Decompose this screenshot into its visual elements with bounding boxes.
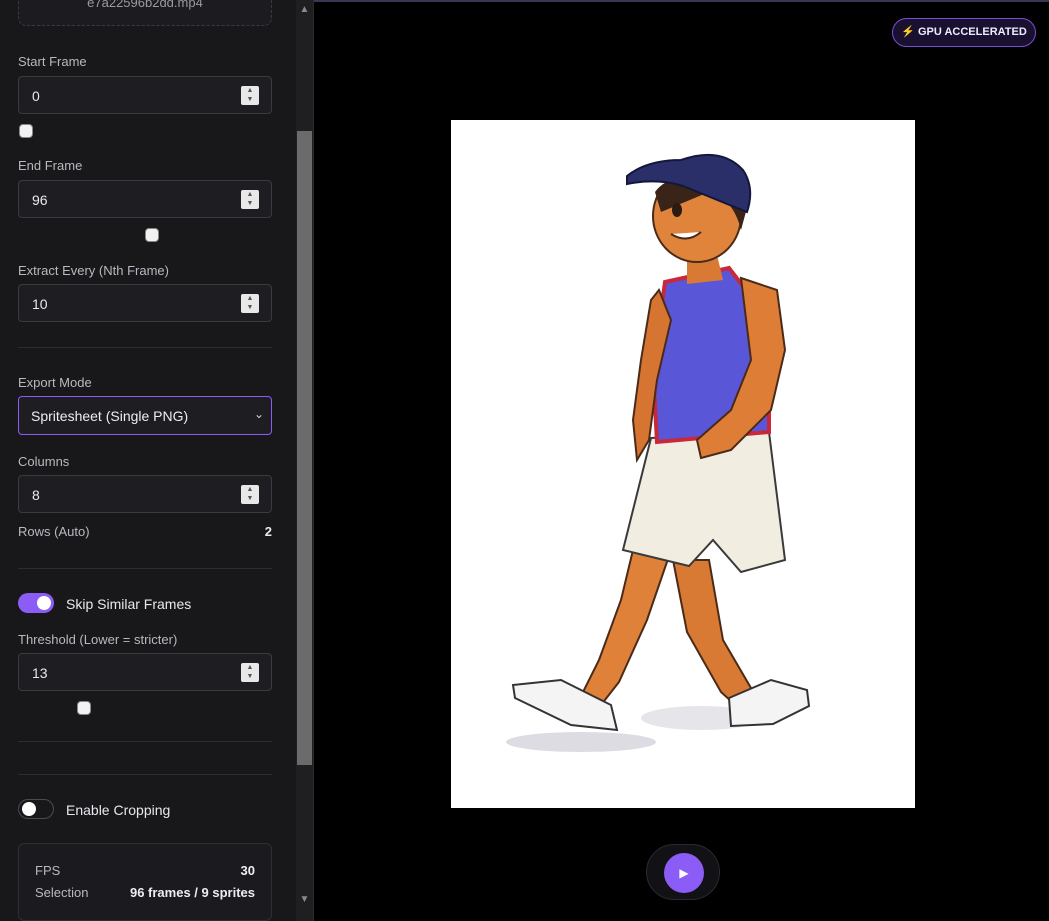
toggle-knob	[37, 596, 51, 610]
extract-every-value: 10	[32, 296, 48, 312]
cropping-label: Enable Cropping	[66, 802, 171, 818]
settings-sidebar: e7a22596b2dd.mp4 Start Frame 0 ▲ ▼ End Fr…	[0, 0, 314, 921]
spin-up-icon[interactable]: ▲	[245, 486, 255, 494]
threshold-spinner[interactable]: ▲ ▼	[241, 663, 259, 682]
end-frame-input[interactable]: 96 ▲ ▼	[18, 180, 272, 218]
play-icon: ▶	[679, 866, 689, 880]
export-mode-label: Export Mode	[18, 375, 92, 390]
app-window: e7a22596b2dd.mp4 Start Frame 0 ▲ ▼ End Fr…	[0, 0, 1049, 921]
end-frame-label: End Frame	[18, 158, 83, 173]
spin-down-icon[interactable]: ▼	[245, 96, 255, 104]
start-frame-value: 0	[32, 88, 40, 104]
threshold-input[interactable]: 13 ▲ ▼	[18, 653, 272, 691]
section-divider	[18, 347, 272, 348]
columns-label: Columns	[18, 454, 70, 469]
sidebar-scrollbar-thumb[interactable]	[297, 131, 312, 765]
spin-up-icon[interactable]: ▲	[245, 295, 255, 303]
gpu-badge-label: GPU ACCELERATED	[917, 26, 1027, 38]
columns-input[interactable]: 8 ▲ ▼	[18, 475, 272, 513]
spin-down-icon[interactable]: ▼	[245, 304, 255, 312]
columns-spinner[interactable]: ▲ ▼	[241, 485, 259, 504]
section-divider	[18, 568, 272, 569]
stats-panel: FPS 30 Selection 96 frames / 9 sprites	[18, 843, 272, 921]
play-button[interactable]: ▶	[664, 853, 704, 893]
extract-every-input[interactable]: 10 ▲ ▼	[18, 284, 272, 322]
threshold-slider-handle[interactable]	[77, 701, 91, 715]
spin-up-icon[interactable]: ▲	[245, 664, 255, 672]
section-divider	[18, 741, 272, 742]
frame-preview	[451, 120, 915, 808]
toggle-knob	[22, 802, 36, 816]
scroll-down-icon[interactable]: ▼	[297, 892, 312, 908]
skip-similar-label: Skip Similar Frames	[66, 596, 192, 612]
rows-label: Rows (Auto)	[18, 524, 90, 539]
threshold-value: 13	[32, 665, 48, 681]
fps-label: FPS	[35, 863, 61, 878]
export-mode-select[interactable]: Spritesheet (Single PNG) ⌄	[18, 396, 272, 435]
skip-similar-toggle[interactable]	[18, 593, 54, 613]
export-mode-value: Spritesheet (Single PNG)	[31, 408, 189, 424]
chevron-down-icon: ⌄	[253, 407, 264, 421]
fps-value: 30	[240, 863, 255, 878]
end-frame-spinner[interactable]: ▲ ▼	[241, 190, 259, 209]
lightning-icon: ⚡	[901, 26, 915, 38]
start-frame-input[interactable]: 0 ▲ ▼	[18, 76, 272, 114]
start-frame-label: Start Frame	[18, 54, 87, 69]
extract-every-spinner[interactable]: ▲ ▼	[241, 294, 259, 313]
playback-controls: ▶	[646, 844, 720, 900]
spin-down-icon[interactable]: ▼	[245, 200, 255, 208]
spin-up-icon[interactable]: ▲	[245, 87, 255, 95]
spin-down-icon[interactable]: ▼	[245, 673, 255, 681]
scroll-up-icon[interactable]: ▲	[297, 2, 312, 18]
extract-every-label: Extract Every (Nth Frame)	[18, 263, 169, 278]
gpu-badge: ⚡ GPU ACCELERATED	[892, 18, 1036, 47]
spin-down-icon[interactable]: ▼	[245, 495, 255, 503]
spin-up-icon[interactable]: ▲	[245, 191, 255, 199]
character-frame-image	[506, 153, 811, 752]
rows-value: 2	[264, 524, 272, 539]
selection-label: Selection	[35, 885, 89, 900]
file-dropzone[interactable]: e7a22596b2dd.mp4	[18, 0, 272, 26]
end-frame-slider-handle[interactable]	[145, 228, 159, 242]
columns-value: 8	[32, 487, 40, 503]
threshold-label: Threshold (Lower = stricter)	[18, 632, 178, 647]
cropping-toggle[interactable]	[18, 799, 54, 819]
end-frame-value: 96	[32, 192, 48, 208]
section-divider	[18, 774, 272, 775]
file-name: e7a22596b2dd.mp4	[87, 0, 203, 10]
selection-value: 96 frames / 9 sprites	[129, 885, 255, 900]
start-frame-slider-handle[interactable]	[19, 124, 33, 138]
start-frame-spinner[interactable]: ▲ ▼	[241, 86, 259, 105]
